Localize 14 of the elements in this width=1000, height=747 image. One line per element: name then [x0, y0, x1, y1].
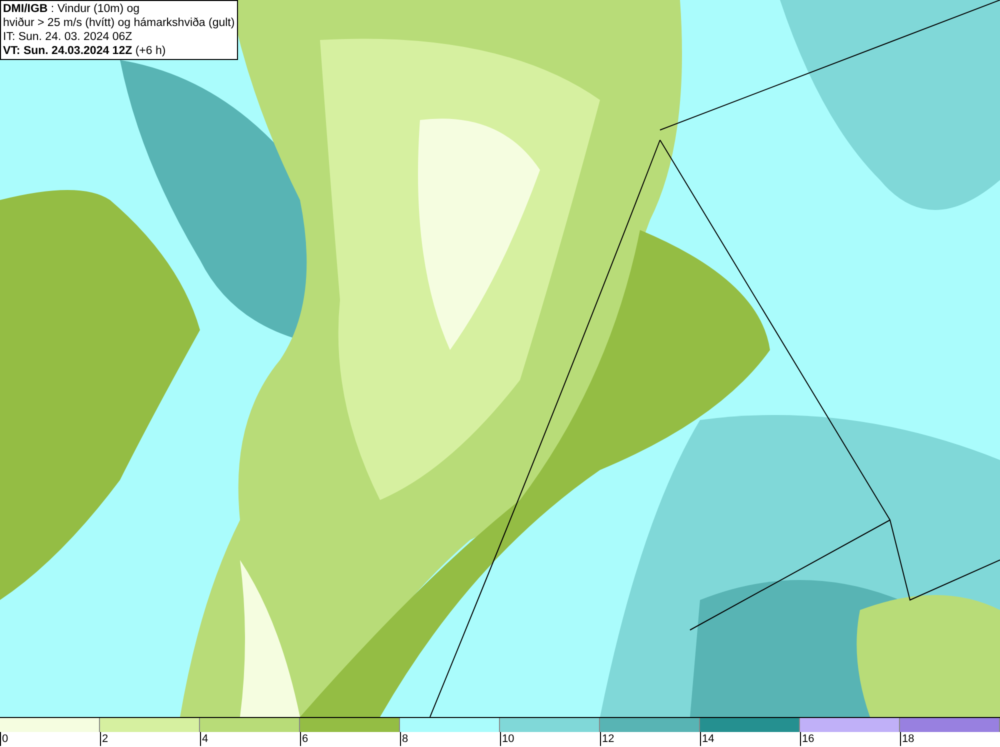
legend-label: 18	[900, 732, 914, 746]
info-text: VT: Sun. 24.03.2024 12Z (+6 h)	[3, 44, 167, 58]
legend-label: 14	[700, 732, 714, 746]
info-text: hviður > 25 m/s (hvítt) og hámarkshviða (gult)	[3, 16, 235, 30]
info-text: IT: Sun. 24. 03. 2024 06Z	[3, 30, 134, 44]
legend-label: 10	[500, 732, 514, 746]
legend-label: 6	[300, 732, 308, 746]
legend-label: 8	[400, 732, 408, 746]
legend-label: 0	[0, 732, 8, 746]
legend-label: 2	[100, 732, 108, 746]
legend-label: 16	[800, 732, 814, 746]
legend-label: 4	[200, 732, 208, 746]
info-text: DMI/IGB : Vindur (10m) og	[3, 2, 141, 16]
legend-label: 12	[600, 732, 614, 746]
